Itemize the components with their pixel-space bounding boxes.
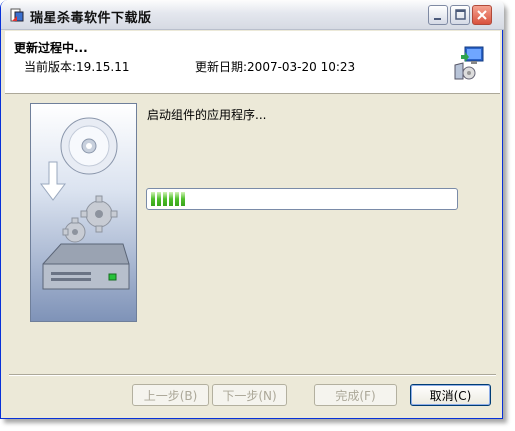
close-button[interactable] [472,5,492,25]
app-icon [10,8,24,22]
maximize-icon [455,9,466,20]
title-bar[interactable]: 瑞星杀毒软件下载版 [1,0,504,30]
button-divider [9,374,496,376]
minimize-icon [434,18,441,20]
maximize-button[interactable] [450,5,470,25]
prev-button[interactable]: 上一步(B) [132,384,209,406]
finish-button[interactable]: 完成(F) [314,384,397,406]
installer-window: 瑞星杀毒软件下载版 更新过程中... 当前版本:19.15.11 更新日期:20… [0,0,504,419]
update-computer-icon [454,46,484,80]
close-icon [477,10,487,20]
header-title: 更新过程中... [14,41,88,55]
cancel-button[interactable]: 取消(C) [410,384,491,406]
progress-bar [146,188,458,210]
setup-illustration [30,103,137,322]
minimize-button[interactable] [428,5,448,25]
window-title: 瑞星杀毒软件下载版 [30,11,152,26]
next-button[interactable]: 下一步(N) [212,384,287,406]
header-panel: 更新过程中... 当前版本:19.15.11 更新日期:2007-03-20 1… [5,31,500,94]
disk-gears-icon [40,117,130,290]
current-version: 当前版本:19.15.11 [24,60,130,74]
update-date: 更新日期:2007-03-20 10:23 [195,60,356,74]
status-text: 启动组件的应用程序... [147,108,267,122]
